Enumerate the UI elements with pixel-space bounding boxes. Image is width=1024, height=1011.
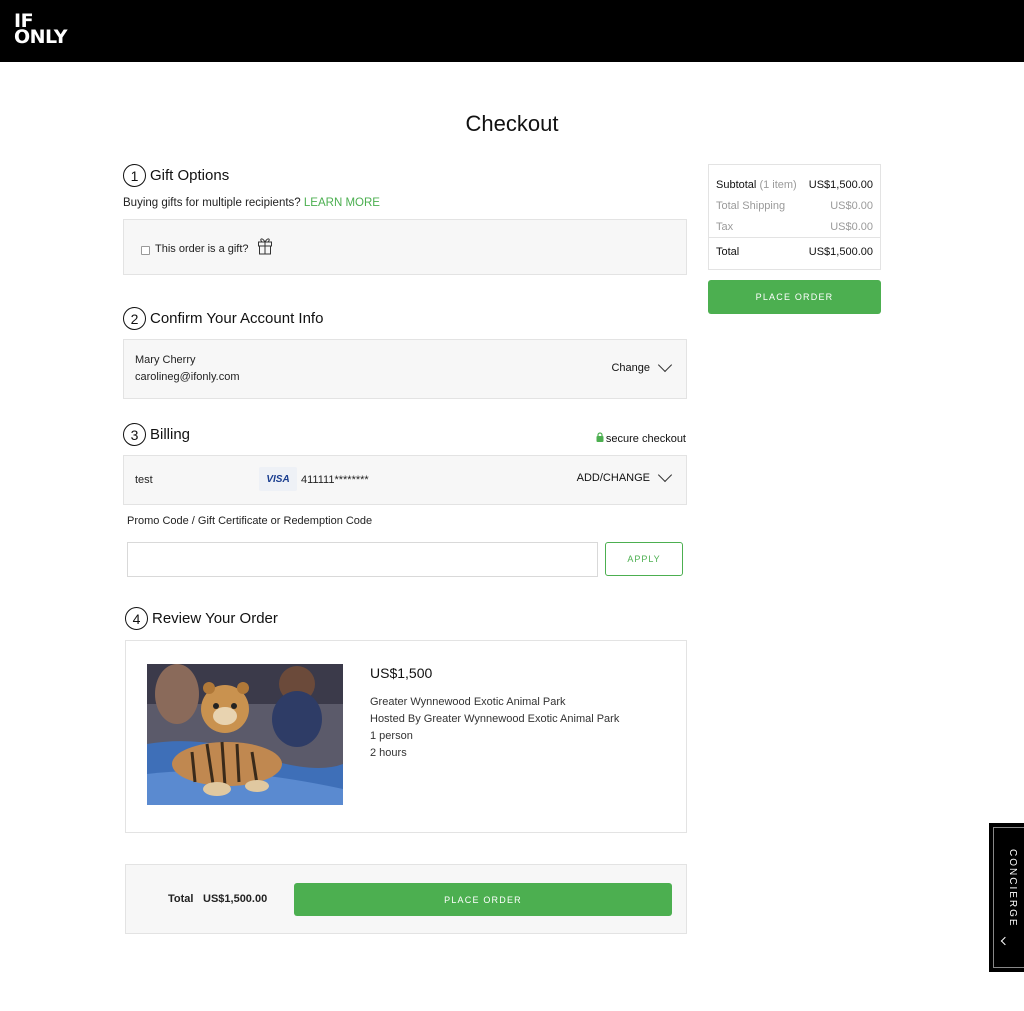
promo-label: Promo Code / Gift Certificate or Redempt… bbox=[127, 515, 373, 527]
review-title: Review Your Order bbox=[152, 610, 278, 627]
item-guests: 1 person bbox=[370, 730, 413, 742]
tax-row: Tax US$0.00 bbox=[716, 221, 873, 233]
gift-panel: This order is a gift? bbox=[123, 219, 687, 275]
step-number: 4 bbox=[125, 607, 148, 630]
step-number: 3 bbox=[123, 423, 146, 446]
promo-code-input[interactable] bbox=[127, 542, 598, 577]
account-title: Confirm Your Account Info bbox=[150, 310, 324, 327]
secure-checkout-label: secure checkout bbox=[605, 432, 686, 445]
billing-title: Billing bbox=[150, 426, 191, 443]
multi-recipient-prompt: Buying gifts for multiple recipients? LE… bbox=[123, 197, 380, 209]
concierge-label: CONCIERGE bbox=[1007, 849, 1018, 928]
add-change-label: ADD/CHANGE bbox=[576, 472, 650, 484]
tiger-cub-photo[interactable] bbox=[147, 664, 343, 805]
item-duration: 2 hours bbox=[370, 747, 407, 759]
add-change-card-toggle[interactable]: ADD/CHANGE bbox=[576, 467, 673, 484]
visa-card-icon: VISA bbox=[259, 467, 297, 491]
place-order-button-top[interactable]: PLACE ORDER bbox=[708, 280, 881, 314]
bottom-total-label: Total bbox=[168, 893, 194, 905]
item-host: Hosted By Greater Wynnewood Exotic Anima… bbox=[370, 713, 620, 725]
learn-more-link[interactable]: LEARN MORE bbox=[304, 197, 380, 209]
subtotal-row: Subtotal (1 item) US$1,500.00 bbox=[716, 179, 873, 191]
bottom-total-value: US$1,500.00 bbox=[203, 893, 268, 905]
gift-checkbox[interactable] bbox=[141, 246, 150, 255]
billing-heading: 3 Billing bbox=[123, 423, 190, 446]
gift-options-heading: 1 Gift Options bbox=[123, 164, 229, 187]
subtotal-label-text: Subtotal bbox=[716, 179, 757, 191]
step-number: 2 bbox=[123, 307, 146, 330]
logo-line-2: ONLY bbox=[14, 26, 67, 48]
card-number: 411111******** bbox=[301, 474, 369, 486]
summary-divider bbox=[709, 237, 880, 238]
order-summary: Subtotal (1 item) US$1,500.00 Total Ship… bbox=[708, 164, 881, 270]
change-label: Change bbox=[611, 362, 650, 374]
tax-value: US$0.00 bbox=[830, 221, 873, 233]
page-title: Checkout bbox=[465, 111, 559, 136]
total-row: Total US$1,500.00 bbox=[716, 246, 873, 258]
order-item-card: US$1,500 Greater Wynnewood Exotic Animal… bbox=[125, 640, 687, 833]
place-order-button-bottom[interactable]: PLACE ORDER bbox=[294, 883, 672, 916]
account-name: Mary Cherry bbox=[135, 354, 196, 366]
gift-options-title: Gift Options bbox=[150, 167, 230, 184]
tax-label: Tax bbox=[716, 221, 734, 233]
secure-checkout: secure checkout bbox=[596, 432, 686, 445]
item-price: US$1,500 bbox=[370, 665, 433, 681]
multi-recipient-question: Buying gifts for multiple recipients? bbox=[123, 197, 301, 209]
subtotal-value: US$1,500.00 bbox=[808, 179, 873, 191]
chevron-down-icon bbox=[657, 467, 673, 483]
account-email: carolineg@ifonly.com bbox=[135, 371, 240, 383]
subtotal-count: (1 item) bbox=[759, 179, 797, 191]
subtotal-label: Subtotal (1 item) bbox=[716, 179, 797, 191]
bottom-total-bar: Total US$1,500.00 PLACE ORDER bbox=[125, 864, 687, 934]
chevron-down-icon bbox=[657, 357, 673, 373]
step-number: 1 bbox=[123, 164, 146, 187]
gift-checkbox-label: This order is a gift? bbox=[155, 243, 249, 255]
shipping-label: Total Shipping bbox=[716, 200, 786, 212]
apply-button[interactable]: APPLY bbox=[605, 542, 683, 576]
item-title[interactable]: Greater Wynnewood Exotic Animal Park bbox=[370, 696, 566, 708]
account-change-toggle[interactable]: Change bbox=[611, 357, 673, 374]
gift-icon bbox=[257, 235, 273, 260]
shipping-value: US$0.00 bbox=[830, 200, 873, 212]
concierge-tab[interactable]: CONCIERGE bbox=[989, 823, 1024, 972]
review-heading: 4 Review Your Order bbox=[125, 607, 278, 630]
billing-panel: test VISA 411111******** ADD/CHANGE bbox=[123, 455, 687, 505]
ifonly-logo[interactable]: IF ONLY bbox=[14, 12, 67, 48]
account-panel: Mary Cherry carolineg@ifonly.com Change bbox=[123, 339, 687, 399]
top-bar: IF ONLY bbox=[0, 0, 1024, 62]
total-value: US$1,500.00 bbox=[808, 246, 873, 258]
total-label: Total bbox=[716, 246, 740, 258]
lock-icon bbox=[596, 432, 604, 445]
shipping-row: Total Shipping US$0.00 bbox=[716, 200, 873, 212]
account-heading: 2 Confirm Your Account Info bbox=[123, 307, 323, 330]
card-holder: test bbox=[135, 474, 153, 486]
